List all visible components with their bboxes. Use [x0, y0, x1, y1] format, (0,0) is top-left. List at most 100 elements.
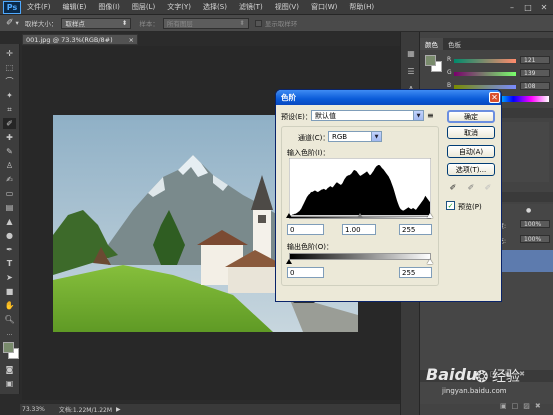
- eyedropper-icon[interactable]: ✐: [6, 18, 14, 28]
- tools-panel: ✛ ⬚ ⌒ ✦ ⌗ ✐ ✚ ✎ ♙ ✍ ▭ ▤ ▲ ● ✒ T ➤ ■ ✋ 🔍︎…: [0, 44, 20, 394]
- preset-options-icon[interactable]: ≡: [427, 111, 434, 120]
- levels-dialog-title-bar[interactable]: 色阶 ✕: [276, 90, 501, 105]
- output-black-slider[interactable]: [286, 259, 292, 264]
- menu-bar: Ps 文件(F) 编辑(E) 图像(I) 图层(L) 文字(Y) 选择(S) 滤…: [0, 0, 553, 15]
- input-white-value[interactable]: 255: [399, 224, 432, 235]
- menu-select[interactable]: 选择(S): [197, 2, 233, 12]
- sample-size-select[interactable]: 取样点 ⬍: [61, 17, 132, 29]
- sample-size-value: 取样点: [65, 20, 85, 28]
- status-menu-arrow-icon[interactable]: ▶: [116, 406, 121, 413]
- history-panel-icon[interactable]: ▦: [405, 48, 417, 58]
- zoom-tool-icon[interactable]: 🔍︎: [3, 314, 16, 325]
- show-ring-checkbox[interactable]: [254, 19, 262, 27]
- menu-edit[interactable]: 编辑(E): [57, 2, 93, 12]
- black-eyedropper-icon[interactable]: ✐: [448, 182, 458, 193]
- channel-select[interactable]: RGB ▼: [328, 131, 382, 142]
- quick-mask-icon[interactable]: ◙: [3, 364, 16, 375]
- preset-select[interactable]: 默认值 ▼: [311, 110, 424, 121]
- red-value[interactable]: 121: [520, 56, 550, 64]
- output-white-value[interactable]: 255: [399, 267, 432, 278]
- input-white-point-slider[interactable]: [427, 213, 433, 218]
- input-black-value[interactable]: 0: [287, 224, 324, 235]
- more-tools-icon[interactable]: …: [3, 328, 16, 339]
- blue-value[interactable]: 108: [520, 82, 550, 90]
- preview-checkbox[interactable]: ✓: [446, 201, 455, 210]
- preset-value: 默认值: [315, 111, 336, 120]
- tab-color[interactable]: 颜色: [420, 38, 443, 50]
- baidu-watermark: Baidu ❂ 经验 jingyan.baidu.com ▣ □ ▨ ✖: [420, 362, 553, 415]
- green-value[interactable]: 139: [520, 69, 550, 77]
- menu-view[interactable]: 视图(V): [269, 2, 305, 12]
- brush-tool-icon[interactable]: ✎: [3, 146, 16, 157]
- options-button[interactable]: 选项(T)...: [447, 163, 495, 176]
- white-eyedropper-icon[interactable]: ✐: [483, 182, 493, 193]
- levels-dialog-title: 色阶: [281, 93, 296, 102]
- layer-filter-toggle-icon[interactable]: ●: [526, 207, 531, 214]
- input-gamma-value[interactable]: 1.00: [342, 224, 376, 235]
- input-gamma-slider[interactable]: [357, 213, 363, 218]
- input-black-point-slider[interactable]: [286, 213, 292, 218]
- dodge-tool-icon[interactable]: ●: [3, 230, 16, 241]
- lasso-tool-icon[interactable]: ⌒: [3, 76, 16, 87]
- screen-mode-icon[interactable]: ▣: [3, 378, 16, 389]
- crop-tool-icon[interactable]: ⌗: [3, 104, 16, 115]
- quick-select-tool-icon[interactable]: ✦: [3, 90, 16, 101]
- menu-file[interactable]: 文件(F): [21, 2, 57, 12]
- maximize-button[interactable]: □: [521, 1, 535, 13]
- ok-button[interactable]: 确定: [447, 110, 495, 123]
- input-levels-label: 输入色阶(I)：: [287, 149, 330, 157]
- close-tab-icon[interactable]: ×: [129, 36, 134, 44]
- output-levels-label: 输出色阶(O)：: [287, 243, 333, 251]
- menu-window[interactable]: 窗口(W): [305, 2, 343, 12]
- menu-image[interactable]: 图像(I): [92, 2, 126, 12]
- add-mask-icon[interactable]: ▣: [500, 402, 507, 410]
- marquee-tool-icon[interactable]: ⬚: [3, 62, 16, 73]
- history-brush-tool-icon[interactable]: ✍: [3, 174, 16, 185]
- green-slider[interactable]: [454, 72, 516, 76]
- shape-tool-icon[interactable]: ■: [3, 286, 16, 297]
- properties-panel-icon[interactable]: ☰: [405, 66, 417, 76]
- close-button[interactable]: ✕: [537, 1, 551, 13]
- channel-label: 通道(C)：: [298, 134, 330, 142]
- levels-close-button[interactable]: ✕: [489, 92, 500, 103]
- cancel-button[interactable]: 取消: [447, 126, 495, 139]
- watermark-brand-cn: 经验: [492, 369, 520, 385]
- folder-icon[interactable]: □: [512, 402, 519, 410]
- eyedropper-tool-icon[interactable]: ✐: [3, 118, 16, 129]
- new-layer-footer-icon[interactable]: ▨: [523, 402, 530, 410]
- red-slider[interactable]: [454, 59, 516, 63]
- tool-preset-arrow-icon[interactable]: ▾: [16, 19, 19, 27]
- foreground-color-swatch[interactable]: [3, 342, 14, 353]
- trash-icon[interactable]: ✖: [535, 402, 541, 410]
- tab-swatches[interactable]: 色板: [443, 39, 466, 49]
- menu-filter[interactable]: 滤镜(T): [233, 2, 269, 12]
- menu-layer[interactable]: 图层(L): [126, 2, 161, 12]
- output-white-slider[interactable]: [427, 259, 433, 264]
- panel-foreground-swatch[interactable]: [425, 55, 436, 66]
- blur-tool-icon[interactable]: ▲: [3, 216, 16, 227]
- opacity-value[interactable]: 100%: [520, 220, 550, 228]
- clone-stamp-tool-icon[interactable]: ♙: [3, 160, 16, 171]
- sample-select[interactable]: 所有图层 ⬍: [162, 17, 249, 29]
- gradient-tool-icon[interactable]: ▤: [3, 202, 16, 213]
- pen-tool-icon[interactable]: ✒: [3, 244, 16, 255]
- output-gradient-bar: [289, 253, 431, 260]
- status-bar: 73.33% 文档:1.22M/1.22M ▶: [20, 403, 400, 415]
- type-tool-icon[interactable]: T: [3, 258, 16, 269]
- menu-help[interactable]: 帮助(H): [343, 2, 380, 12]
- hand-tool-icon[interactable]: ✋: [3, 300, 16, 311]
- eraser-tool-icon[interactable]: ▭: [3, 188, 16, 199]
- output-black-value[interactable]: 0: [287, 267, 324, 278]
- menu-type[interactable]: 文字(Y): [161, 2, 197, 12]
- document-info: 文档:1.22M/1.22M: [58, 407, 113, 414]
- minimize-button[interactable]: –: [505, 1, 519, 13]
- move-tool-icon[interactable]: ✛: [3, 48, 16, 59]
- path-selection-tool-icon[interactable]: ➤: [3, 272, 16, 283]
- zoom-level[interactable]: 73.33%: [22, 406, 45, 413]
- document-tab[interactable]: 001.jpg @ 73.3%(RGB/8#) ×: [22, 34, 138, 45]
- gray-eyedropper-icon[interactable]: ✐: [466, 182, 476, 193]
- chevron-down-icon: ▼: [413, 111, 423, 120]
- auto-button[interactable]: 自动(A): [447, 145, 495, 158]
- healing-brush-tool-icon[interactable]: ✚: [3, 132, 16, 143]
- fill-value[interactable]: 100%: [520, 235, 550, 243]
